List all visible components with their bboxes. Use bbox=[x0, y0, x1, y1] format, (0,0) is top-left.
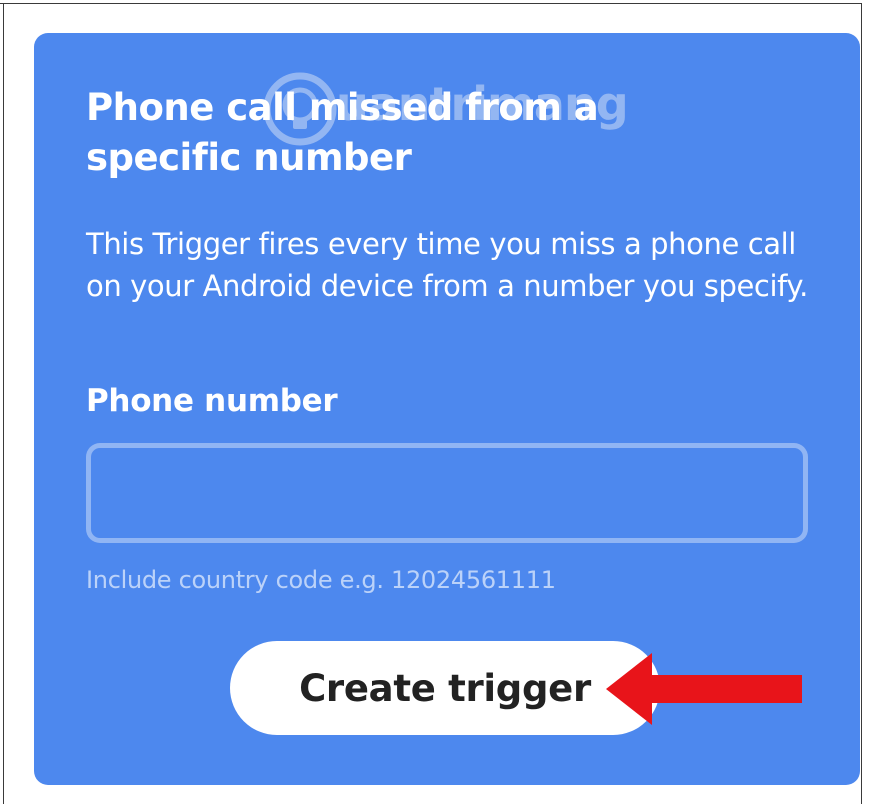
trigger-description: This Trigger fires every time you miss a… bbox=[86, 227, 808, 303]
phone-number-input[interactable] bbox=[86, 443, 808, 543]
trigger-title: Phone call missed from a specific number bbox=[86, 86, 599, 179]
phone-number-label: Phone number bbox=[86, 383, 338, 419]
frame-border-top bbox=[0, 3, 862, 4]
arrow-left-icon bbox=[606, 653, 802, 725]
create-trigger-button[interactable]: Create trigger bbox=[230, 641, 660, 735]
country-code-hint: Include country code e.g. 12024561111 bbox=[86, 566, 556, 594]
frame-border-right bbox=[861, 3, 862, 804]
frame-border-left bbox=[3, 3, 4, 804]
trigger-card: uantrimang Phone call missed from a spec… bbox=[34, 33, 860, 785]
